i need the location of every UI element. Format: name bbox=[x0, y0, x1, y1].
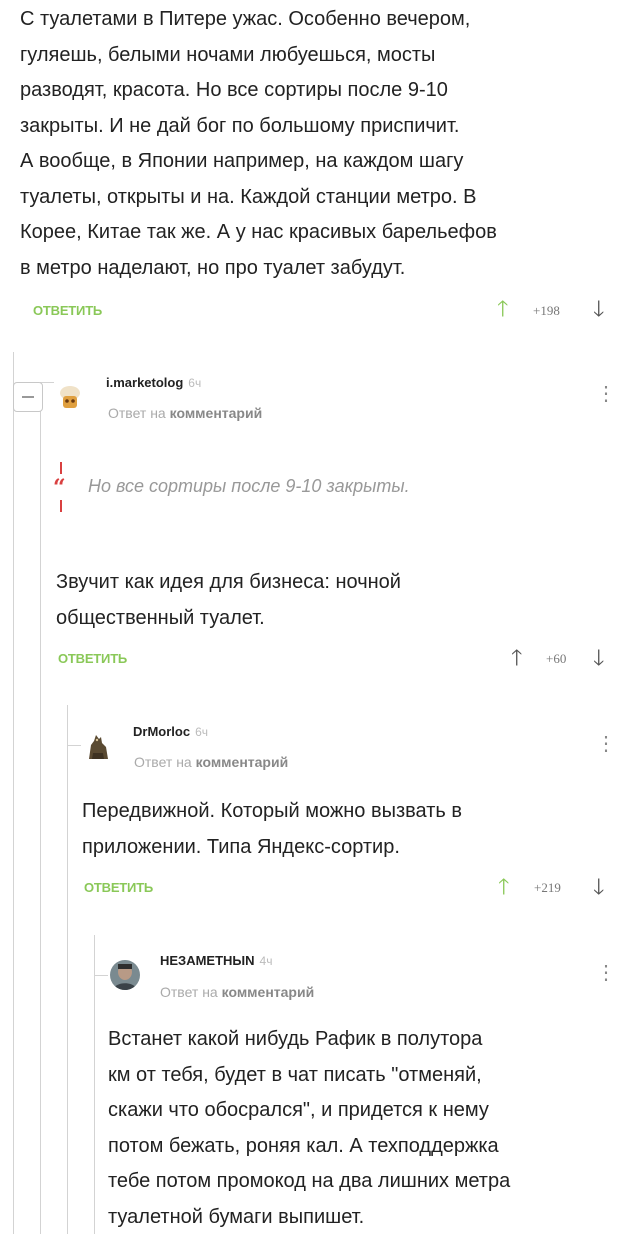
more-dots-icon[interactable]: ⋮ bbox=[596, 963, 616, 983]
reply-meta-prefix: Ответ на bbox=[134, 754, 192, 770]
comment-line: гуляешь, белыми ночами любуешься, мосты bbox=[20, 38, 630, 74]
comment-line: потом бежать, роняя кал. А техподдержка bbox=[108, 1129, 510, 1165]
reply-meta: Ответ на комментарий bbox=[134, 754, 288, 770]
comment-line: туалеты, открыты и на. Каждой станции ме… bbox=[20, 180, 630, 216]
thread-connector bbox=[94, 975, 108, 976]
comment-line: приложении. Типа Яндекс-сортир. bbox=[82, 830, 462, 866]
quote-icon: “ bbox=[53, 475, 66, 501]
thread-line-level-3 bbox=[67, 705, 68, 1234]
comment-line: тебе потом промокод на два лишних метра bbox=[108, 1164, 510, 1200]
comment-line: Встанет какой нибудь Рафик в полутора bbox=[108, 1022, 510, 1058]
upvote-arrow-icon[interactable]: 🡑 bbox=[511, 647, 522, 669]
downvote-arrow-icon[interactable]: 🡓 bbox=[593, 647, 604, 669]
comment-line: разводят, красота. Но все сортиры после … bbox=[20, 73, 630, 109]
comment-root: С туалетами в Питере ужас. Особенно вече… bbox=[20, 2, 630, 286]
comment-time: 4ч bbox=[260, 954, 273, 968]
comment-line: общественный туалет. bbox=[56, 601, 401, 637]
thread-line-level-1 bbox=[13, 352, 14, 1234]
more-dots-icon[interactable]: ⋮ bbox=[596, 734, 616, 754]
comment-header: DrMorloc 6ч bbox=[133, 723, 208, 741]
parent-comment-link[interactable]: комментарий bbox=[222, 984, 315, 1000]
comment-score: +198 bbox=[533, 303, 560, 319]
comment-score: +219 bbox=[534, 880, 561, 896]
upvote-arrow-icon[interactable]: 🡑 bbox=[497, 298, 508, 320]
comment-line: Звучит как идея для бизнеса: ночной bbox=[56, 565, 401, 601]
comment-line: С туалетами в Питере ужас. Особенно вече… bbox=[20, 2, 630, 38]
upvote-arrow-icon[interactable]: 🡑 bbox=[498, 876, 509, 898]
thread-line-level-2 bbox=[40, 405, 41, 1234]
comment-header: НЕЗАМЕТНЫN 4ч bbox=[160, 952, 272, 970]
comment-line: в метро наделают, но про туалет забудут. bbox=[20, 251, 630, 287]
comment-body: Встанет какой нибудь Рафик в полутора км… bbox=[108, 1022, 510, 1235]
thread-connector bbox=[67, 745, 81, 746]
quoted-text: Но все сортиры после 9-10 закрыты. bbox=[88, 476, 410, 497]
comment-time: 6ч bbox=[195, 725, 208, 739]
comment-body: Передвижной. Который можно вызвать в при… bbox=[82, 794, 462, 865]
reply-meta: Ответ на комментарий bbox=[160, 984, 314, 1000]
quote-bar bbox=[60, 500, 62, 512]
avatar[interactable] bbox=[83, 731, 113, 761]
downvote-arrow-icon[interactable]: 🡓 bbox=[593, 298, 604, 320]
parent-comment-link[interactable]: комментарий bbox=[170, 405, 263, 421]
comment-body: Звучит как идея для бизнеса: ночной обще… bbox=[56, 565, 401, 636]
comment-score: +60 bbox=[546, 651, 566, 667]
reply-meta-prefix: Ответ на bbox=[108, 405, 166, 421]
comment-line: скажи что обосрался", и придется к нему bbox=[108, 1093, 510, 1129]
username-link[interactable]: DrMorloc bbox=[133, 724, 190, 739]
comment-line: закрыты. И не дай бог по большому приспи… bbox=[20, 109, 630, 145]
reply-button[interactable]: ОТВЕТИТЬ bbox=[84, 880, 153, 895]
parent-comment-link[interactable]: комментарий bbox=[196, 754, 289, 770]
comment-header: i.marketolog 6ч bbox=[106, 374, 201, 392]
downvote-arrow-icon[interactable]: 🡓 bbox=[593, 876, 604, 898]
more-dots-icon[interactable]: ⋮ bbox=[596, 384, 616, 404]
reply-meta-prefix: Ответ на bbox=[160, 984, 218, 1000]
username-link[interactable]: НЕЗАМЕТНЫN bbox=[160, 953, 255, 968]
avatar[interactable] bbox=[55, 382, 85, 412]
avatar[interactable] bbox=[110, 960, 140, 990]
quote-bar bbox=[60, 462, 62, 474]
collapse-minus-icon[interactable] bbox=[13, 382, 43, 412]
reply-button[interactable]: ОТВЕТИТЬ bbox=[33, 303, 102, 318]
username-link[interactable]: i.marketolog bbox=[106, 375, 183, 390]
comment-line: Корее, Китае так же. А у нас красивых ба… bbox=[20, 215, 630, 251]
thread-line-level-4 bbox=[94, 935, 95, 1234]
comment-body: С туалетами в Питере ужас. Особенно вече… bbox=[20, 2, 630, 286]
comment-line: туалетной бумаги выпишет. bbox=[108, 1200, 510, 1235]
comment-time: 6ч bbox=[188, 376, 201, 390]
comment-line: А вообще, в Японии например, на каждом ш… bbox=[20, 144, 630, 180]
comment-line: км от тебя, будет в чат писать "отменяй, bbox=[108, 1058, 510, 1094]
reply-meta: Ответ на комментарий bbox=[108, 405, 262, 421]
comment-line: Передвижной. Который можно вызвать в bbox=[82, 794, 462, 830]
reply-button[interactable]: ОТВЕТИТЬ bbox=[58, 651, 127, 666]
